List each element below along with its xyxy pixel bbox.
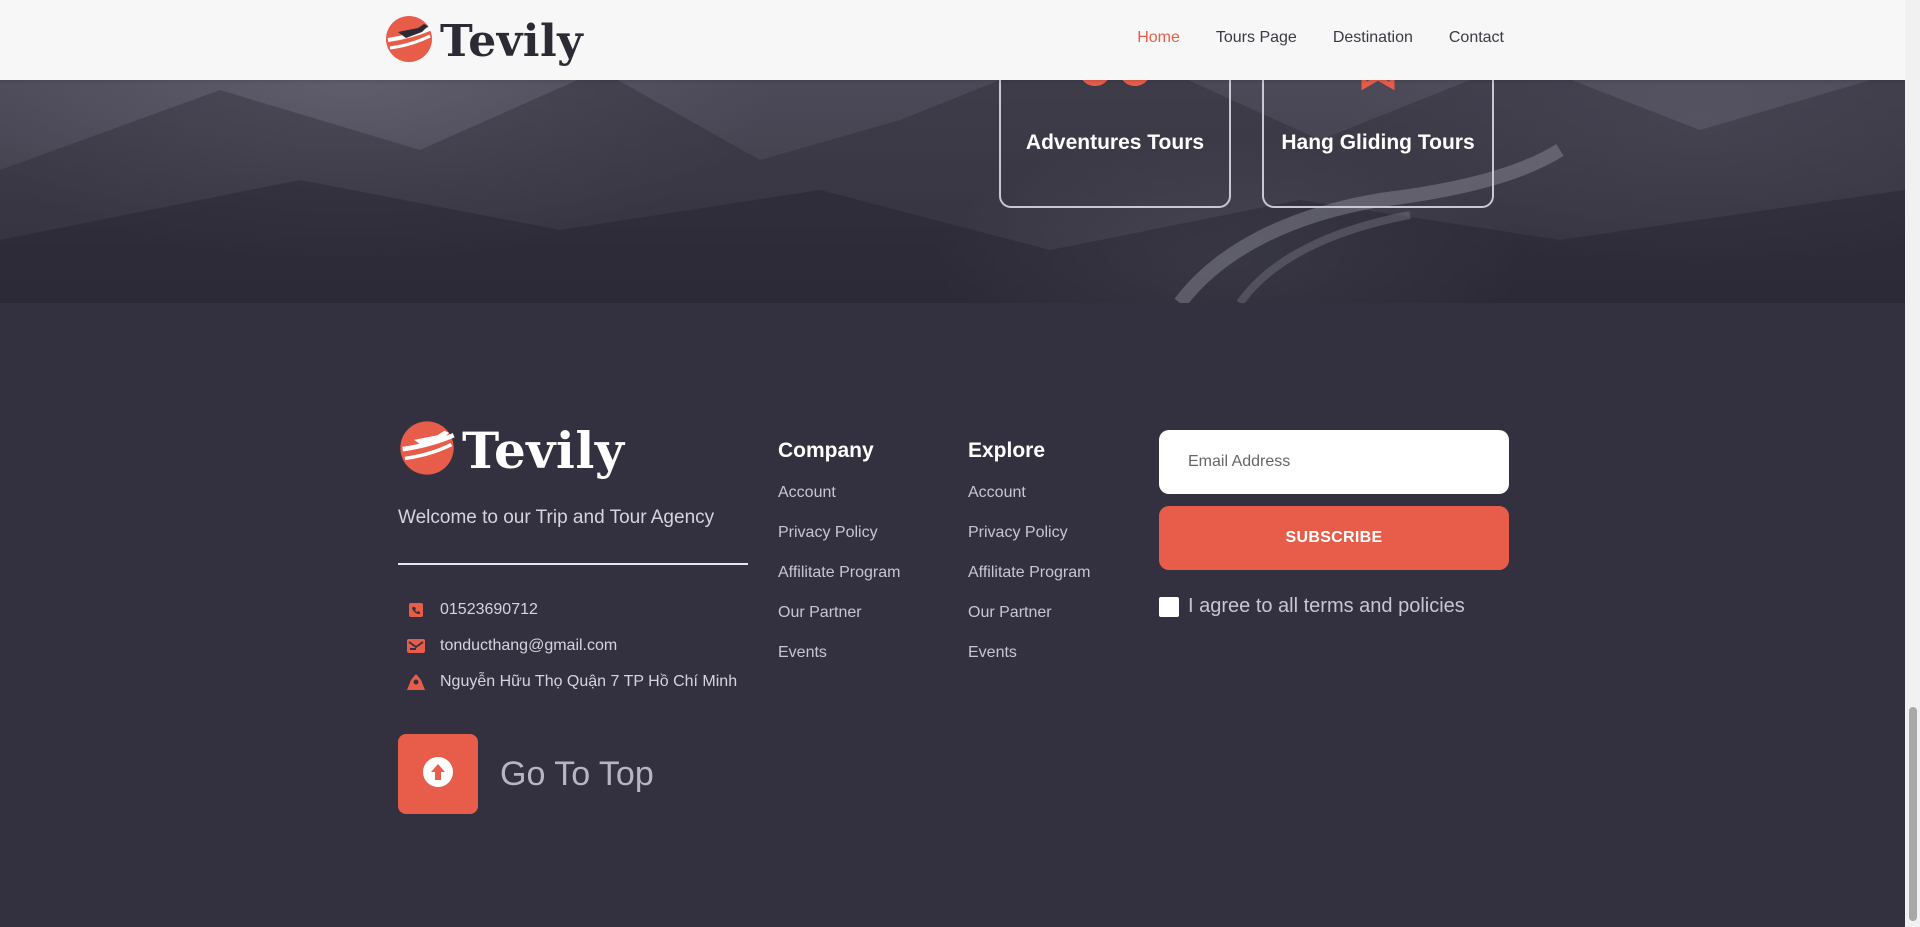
plane-logo-icon bbox=[384, 14, 434, 69]
scrollbar-thumb[interactable] bbox=[1909, 707, 1917, 921]
contact-phone[interactable]: 01523690712 bbox=[406, 601, 538, 619]
company-links: Company Account Privacy Policy Affilitat… bbox=[778, 439, 900, 683]
email-input[interactable] bbox=[1159, 430, 1509, 494]
plane-logo-icon bbox=[398, 419, 456, 482]
contact-address-text: Nguyễn Hữu Thọ Quận 7 TP Hồ Chí Minh bbox=[440, 673, 738, 690]
go-to-top-button[interactable] bbox=[398, 734, 478, 814]
phone-icon bbox=[406, 601, 426, 619]
tour-card-label: Hang Gliding Tours bbox=[1281, 131, 1475, 154]
company-link-events[interactable]: Events bbox=[778, 643, 900, 662]
nav-contact[interactable]: Contact bbox=[1449, 29, 1504, 47]
contact-address: Nguyễn Hữu Thọ Quận 7 TP Hồ Chí Minh bbox=[406, 673, 737, 691]
nav-destination[interactable]: Destination bbox=[1333, 29, 1413, 47]
footer-divider bbox=[398, 563, 748, 565]
contact-phone-text: 01523690712 bbox=[440, 601, 538, 618]
nav-home[interactable]: Home bbox=[1137, 29, 1180, 47]
tour-card-label: Adventures Tours bbox=[1025, 131, 1205, 154]
explore-links: Explore Account Privacy Policy Affilitat… bbox=[968, 439, 1090, 683]
location-icon bbox=[406, 673, 426, 691]
main-nav: Home Tours Page Destination Contact bbox=[1137, 29, 1504, 47]
terms-label[interactable]: I agree to all terms and policies bbox=[1188, 595, 1465, 618]
page-scrollbar[interactable] bbox=[1905, 0, 1920, 927]
contact-email-text: tonducthang@gmail.com bbox=[440, 637, 618, 654]
terms-agreement[interactable]: I agree to all terms and policies bbox=[1159, 595, 1465, 618]
footer-tagline: Welcome to our Trip and Tour Agency bbox=[398, 507, 715, 528]
explore-link-privacy[interactable]: Privacy Policy bbox=[968, 523, 1090, 542]
company-link-partner[interactable]: Our Partner bbox=[778, 603, 900, 622]
nav-tours-page[interactable]: Tours Page bbox=[1216, 29, 1297, 47]
mail-icon bbox=[406, 637, 426, 655]
company-link-privacy[interactable]: Privacy Policy bbox=[778, 523, 900, 542]
go-to-top-label[interactable]: Go To Top bbox=[500, 755, 654, 794]
go-to-top[interactable]: Go To Top bbox=[398, 734, 654, 814]
explore-link-events[interactable]: Events bbox=[968, 643, 1090, 662]
explore-link-affiliate[interactable]: Affilitate Program bbox=[968, 563, 1090, 582]
explore-heading: Explore bbox=[968, 439, 1046, 462]
brand-name: Tevily bbox=[440, 16, 584, 67]
company-link-account[interactable]: Account bbox=[778, 483, 900, 502]
company-heading: Company bbox=[778, 439, 874, 462]
logo[interactable]: Tevily bbox=[384, 14, 583, 69]
footer-logo[interactable]: Tevily bbox=[398, 419, 624, 482]
subscribe-button[interactable]: SUBSCRIBE bbox=[1159, 506, 1509, 570]
explore-link-account[interactable]: Account bbox=[968, 483, 1090, 502]
contact-email[interactable]: tonducthang@gmail.com bbox=[406, 637, 617, 655]
site-footer: Tevily Welcome to our Trip and Tour Agen… bbox=[0, 303, 1905, 927]
arrow-up-circle-icon bbox=[422, 756, 454, 793]
site-header: Tevily Home Tours Page Destination Conta… bbox=[0, 0, 1905, 80]
company-link-affiliate[interactable]: Affilitate Program bbox=[778, 563, 900, 582]
terms-checkbox[interactable] bbox=[1159, 596, 1179, 617]
footer-brand-name: Tevily bbox=[462, 421, 625, 480]
explore-link-partner[interactable]: Our Partner bbox=[968, 603, 1090, 622]
